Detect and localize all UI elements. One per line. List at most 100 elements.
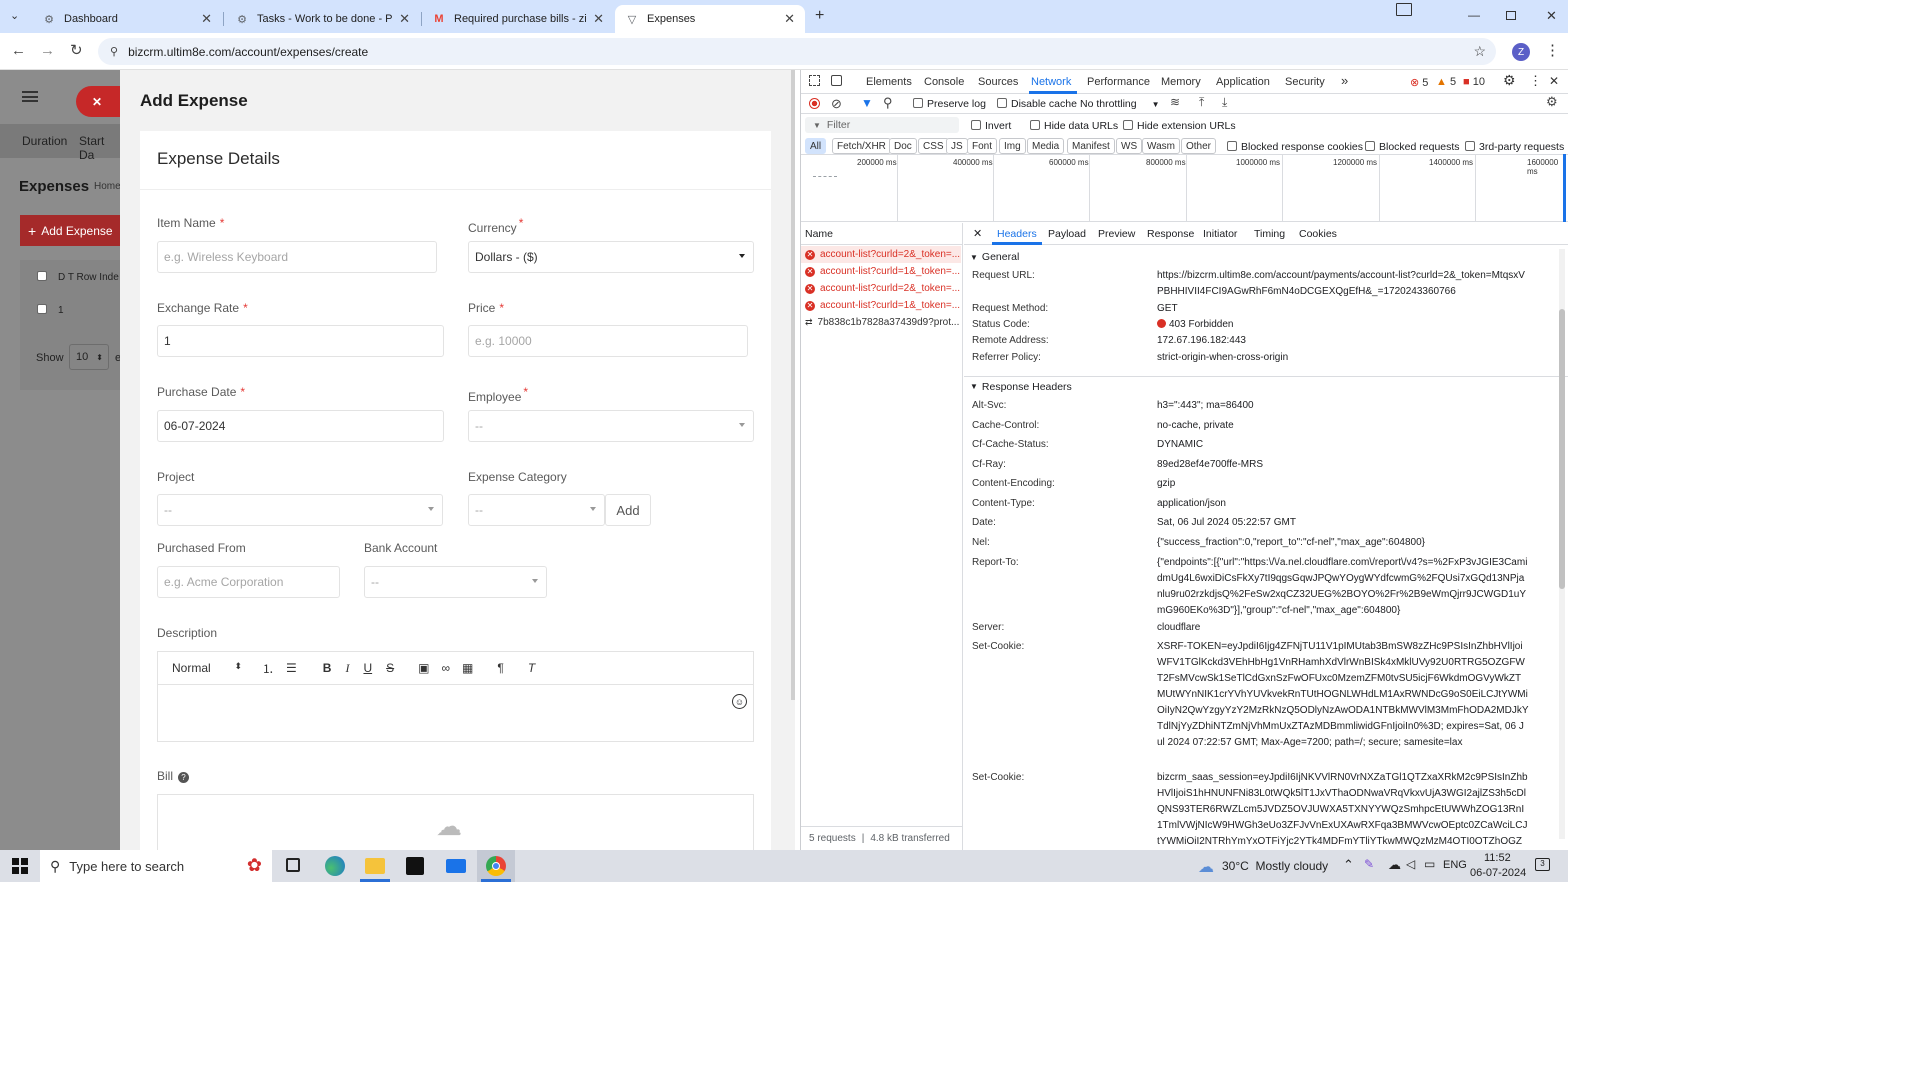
type-filter-other[interactable]: Other (1181, 138, 1217, 154)
tab-network[interactable]: Network (1031, 76, 1071, 88)
hide-data-urls-checkbox[interactable]: Hide data URLs (1030, 120, 1118, 132)
request-row[interactable]: ✕ account-list?curld=1&_token=... (801, 297, 961, 314)
tab-payload[interactable]: Payload (1048, 228, 1086, 240)
chrome-taskbar-button[interactable] (477, 850, 515, 882)
network-icon[interactable]: ▭ (1424, 857, 1435, 871)
tab-elements[interactable]: Elements (866, 76, 912, 88)
blocked-requests-checkbox[interactable]: Blocked requests (1365, 141, 1460, 153)
close-devtools-icon[interactable]: ✕ (1549, 74, 1559, 88)
wifi-icon[interactable]: ≋ (1170, 95, 1180, 109)
exchange-rate-input[interactable]: 1 (157, 325, 444, 357)
tab-application[interactable]: Application (1216, 76, 1270, 88)
more-tabs-icon[interactable]: » (1341, 73, 1348, 88)
tab-cookies[interactable]: Cookies (1299, 228, 1337, 240)
type-filter-doc[interactable]: Doc (889, 138, 917, 154)
close-icon[interactable]: ✕ (593, 11, 604, 27)
add-expense-button[interactable]: + Add Expense (20, 215, 120, 246)
reload-icon[interactable]: ↻ (70, 43, 83, 58)
tray-chevron-icon[interactable]: ⌃ (1343, 857, 1354, 873)
hide-extension-urls-checkbox[interactable]: Hide extension URLs (1123, 120, 1236, 132)
image-icon[interactable]: ▣ (418, 661, 429, 675)
bill-dropzone[interactable]: ☁ (157, 794, 754, 850)
type-filter-font[interactable]: Font (967, 138, 998, 154)
omnibox[interactable]: ⚲ bizcrm.ultim8e.com/account/expenses/cr… (98, 38, 1496, 65)
pen-icon[interactable]: ✎ (1364, 857, 1374, 871)
weather-icon[interactable]: ☁ (1198, 857, 1214, 877)
video-icon[interactable]: ▦ (462, 661, 473, 675)
name-column-header[interactable]: Name (801, 223, 963, 245)
tab-initiator[interactable]: Initiator (1203, 228, 1237, 240)
edge-icon[interactable] (325, 856, 345, 876)
network-settings-icon[interactable]: ⚙ (1546, 94, 1558, 110)
emoji-icon[interactable]: ☺ (732, 694, 747, 709)
record-icon[interactable] (809, 98, 820, 109)
tab-response[interactable]: Response (1147, 228, 1194, 240)
tab-sources[interactable]: Sources (978, 76, 1018, 88)
weather-text[interactable]: 30°C Mostly cloudy (1222, 859, 1328, 873)
error-badge[interactable]: ⊗ 5 (1410, 76, 1428, 89)
speaker-icon[interactable]: ◁ (1406, 857, 1415, 871)
type-filter-css[interactable]: CSS (918, 138, 949, 154)
request-url-value[interactable]: https://bizcrm.ultim8e.com/account/payme… (1157, 268, 1529, 300)
mail-icon[interactable] (446, 859, 466, 873)
taskbar-search-box[interactable]: ⚲ Type here to search ✿ (40, 850, 272, 882)
tab-gmail[interactable]: M Required purchase bills - zinal@ ✕ (422, 5, 614, 33)
type-filter-wasm[interactable]: Wasm (1142, 138, 1180, 154)
type-filter-ws[interactable]: WS (1116, 138, 1143, 154)
description-editor[interactable]: ☺ (157, 684, 754, 742)
bold-icon[interactable]: B (323, 661, 332, 675)
hamburger-icon[interactable] (22, 91, 38, 102)
notification-icon[interactable]: 3 (1535, 858, 1550, 871)
site-info-icon[interactable]: ⚲ (110, 45, 118, 58)
type-filter-manifest[interactable]: Manifest (1067, 138, 1115, 154)
filter-input[interactable]: ▼ Filter (805, 117, 959, 133)
tab-preview[interactable]: Preview (1098, 228, 1135, 240)
task-view-icon[interactable] (286, 858, 300, 872)
type-filter-fetch[interactable]: Fetch/XHR (832, 138, 891, 154)
issues-badge[interactable]: ■ 10 (1463, 76, 1485, 88)
timeline-selection-handle[interactable] (1563, 154, 1566, 222)
general-section-header[interactable]: ▼ General (964, 247, 1568, 267)
request-row[interactable]: ✕ account-list?curld=1&_token=... (801, 263, 961, 280)
profile-avatar[interactable]: Z (1512, 43, 1530, 61)
filter-icon[interactable]: ▼ (861, 96, 873, 110)
third-party-checkbox[interactable]: 3rd-party requests (1465, 141, 1564, 153)
request-row[interactable]: ⇄ 7b838c1b7828a37439d9?prot... (801, 314, 961, 331)
close-icon[interactable]: ✕ (201, 11, 212, 27)
type-filter-js[interactable]: JS (946, 138, 968, 154)
close-icon[interactable]: ✕ (399, 11, 410, 27)
italic-icon[interactable]: I (345, 661, 349, 676)
close-window-icon[interactable]: ✕ (1546, 8, 1557, 24)
device-toolbar-icon[interactable] (831, 75, 842, 86)
language-indicator[interactable]: ENG (1443, 859, 1467, 871)
strikethrough-icon[interactable]: S (386, 661, 394, 675)
store-icon[interactable] (406, 857, 424, 875)
project-select[interactable]: -- (157, 494, 443, 526)
bookmark-star-icon[interactable]: ☆ (1473, 43, 1486, 60)
close-details-icon[interactable]: ✕ (973, 227, 982, 240)
tab-headers[interactable]: Headers (997, 228, 1037, 240)
tab-dashboard[interactable]: ⚙ Dashboard ✕ (32, 5, 222, 33)
underline-icon[interactable]: U (363, 661, 372, 675)
blocked-cookies-checkbox[interactable]: Blocked response cookies (1227, 141, 1363, 153)
search-icon[interactable]: ⚲ (883, 95, 893, 111)
window-layout-icon[interactable] (1396, 3, 1412, 16)
import-har-icon[interactable]: ⤒ (1199, 95, 1204, 110)
restore-icon[interactable] (1506, 11, 1516, 20)
clear-icon[interactable]: ⊘ (831, 96, 842, 112)
format-select[interactable]: Normal ⬍ (172, 661, 242, 675)
add-category-button[interactable]: Add (605, 494, 651, 526)
price-input[interactable]: e.g. 10000 (468, 325, 748, 357)
back-icon[interactable]: ← (11, 43, 26, 58)
invert-checkbox[interactable]: Invert (971, 120, 1011, 132)
page-scrollbar[interactable] (791, 70, 795, 700)
bank-account-select[interactable]: -- (364, 566, 547, 598)
tab-timing[interactable]: Timing (1254, 228, 1285, 240)
tab-security[interactable]: Security (1285, 76, 1325, 88)
tab-memory[interactable]: Memory (1161, 76, 1201, 88)
type-filter-media[interactable]: Media (1027, 138, 1065, 154)
link-icon[interactable]: ∞ (441, 661, 450, 675)
forward-icon[interactable]: → (40, 43, 55, 58)
browser-menu-icon[interactable]: ⋮ (1545, 41, 1560, 59)
export-har-icon[interactable]: ⤓ (1222, 95, 1227, 110)
